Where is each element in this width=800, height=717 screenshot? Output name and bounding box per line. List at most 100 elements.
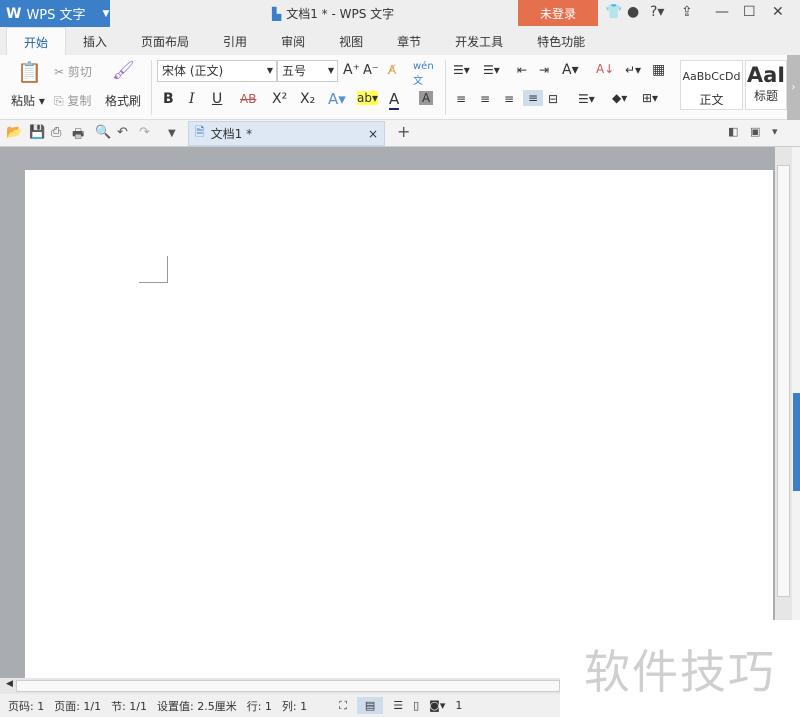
increase-indent-icon[interactable]: ⇥ [539,63,549,77]
text-effect-icon[interactable]: A▾ [328,90,346,108]
tab-home[interactable]: 开始 [6,27,67,55]
redo-icon[interactable]: ↷ [139,125,150,140]
print-icon[interactable]: 🖶 [72,125,84,147]
fullscreen-view-icon[interactable]: ⛶ [339,699,347,713]
strikethrough-button[interactable]: AB [240,92,256,106]
horizontal-scroll-thumb[interactable] [16,680,560,692]
grow-font-icon[interactable]: A⁺ [343,62,360,78]
subscript-button[interactable]: X₂ [300,91,315,107]
borders-icon[interactable]: ⊞▾ [642,91,658,105]
status-col: 列: 1 [281,699,308,713]
copy-button[interactable]: ⎘ 复制 [54,92,91,109]
superscript-button[interactable]: X² [272,91,287,107]
style-heading[interactable]: AaI 标题 [745,60,787,110]
distribute-icon[interactable]: ⊟ [548,92,558,106]
chat-icon[interactable]: ● [627,4,639,20]
tab-view[interactable]: 视图 [322,27,380,55]
document-tab-label: 文档1 * [210,127,253,141]
format-painter-icon[interactable]: 🖌 [112,60,135,81]
tab-developer[interactable]: 开发工具 [438,27,520,55]
side-panel-toggle[interactable] [793,393,800,491]
shrink-font-icon[interactable]: A⁻ [363,63,379,78]
char-shading-icon[interactable]: A [419,91,434,105]
paste-button[interactable]: 粘贴 ▾ [11,92,45,109]
web-view-icon[interactable]: ▯ [413,699,419,712]
align-right-icon[interactable]: ≡ [504,92,514,106]
vertical-scroll-thumb[interactable] [777,165,790,597]
tab-review[interactable]: 审阅 [264,27,322,55]
page-view-icon[interactable]: ▤ [356,697,384,714]
underline-button[interactable]: U [212,91,222,107]
tab-references[interactable]: 引用 [206,27,264,55]
style-normal[interactable]: AaBbCcDd 正文 [680,60,743,110]
margin-corner-mark [139,256,168,283]
font-size-select[interactable]: 五号 ▼ [277,60,338,82]
show-marks-icon[interactable]: ↵▾ [625,63,641,77]
highlight-icon[interactable]: ab▾ [357,91,378,105]
font-color-icon[interactable]: A [389,90,400,110]
status-row: 行: 1 [246,699,272,713]
paste-label: 粘贴 [11,94,36,108]
sort-icon[interactable]: A↓ [596,62,614,76]
italic-button[interactable]: I [189,91,195,107]
align-center-icon[interactable]: ≡ [480,92,490,106]
bold-button[interactable]: B [163,91,174,107]
align-left-icon[interactable]: ≡ [456,92,466,106]
tab-page-layout[interactable]: 页面布局 [124,27,206,55]
panel-icon-3[interactable]: ▾ [772,125,778,138]
table-icon[interactable]: ▦ [652,62,665,78]
status-setting: 设置值: 2.5厘米 [157,699,237,713]
panel-icon-1[interactable]: ◧ [728,125,738,138]
document-icon: ▙ [272,6,282,21]
paste-icon[interactable]: 📋 [17,60,42,84]
upload-icon[interactable]: ⇪ [681,4,693,20]
reading-view-icon[interactable]: ◙▾ [429,699,445,712]
styles-more-button[interactable]: › [787,55,800,120]
print-preview-icon[interactable]: 🔍 [95,125,111,140]
status-bar: 页码: 1 页面: 1/1 节: 1/1 设置值: 2.5厘米 行: 1 列: … [0,694,560,717]
document-tab[interactable]: 🗎 文档1 * × [188,121,385,146]
close-tab-button[interactable]: × [368,127,378,141]
bullets-icon[interactable]: ☰▾ [453,63,470,77]
maximize-icon[interactable]: ☐ [743,4,756,20]
scroll-left-icon[interactable]: ◀ [6,679,13,689]
customize-dropdown-icon[interactable]: ▼ [168,128,176,139]
open-icon[interactable]: 📂 [6,125,22,140]
horizontal-scrollbar[interactable]: ◀ [0,678,560,694]
cut-button[interactable]: ✂ 剪切 [54,63,92,80]
panel-icon-2[interactable]: ▣ [750,125,760,138]
change-case-icon[interactable]: A▾ [562,62,579,78]
new-tab-button[interactable]: + [397,122,410,141]
font-name-select[interactable]: 宋体 (正文) ▼ [157,60,277,82]
line-spacing-icon[interactable]: ☰▾ [578,92,595,106]
document-page[interactable] [25,170,773,678]
outline-view-icon[interactable]: ☰ [393,699,403,712]
justify-icon[interactable]: ≡ [523,90,544,106]
login-button[interactable]: 未登录 [518,0,598,26]
watermark: 软件技巧 [560,620,800,717]
copy-label: 复制 [67,94,92,108]
decrease-indent-icon[interactable]: ⇤ [517,63,527,77]
tab-section[interactable]: 章节 [380,27,438,55]
export-pdf-icon[interactable]: ⎙ [51,125,61,140]
chevron-down-icon: ▼ [102,8,110,19]
zoom-level[interactable]: 1 [455,699,462,712]
status-page-number: 页码: 1 [8,699,45,713]
wps-menu-button[interactable]: W WPS 文字 ▼ [0,0,110,27]
shading-icon[interactable]: ◆▾ [612,91,627,105]
close-icon[interactable]: ✕ [772,4,784,20]
format-painter-button[interactable]: 格式刷 [105,92,141,109]
tab-insert[interactable]: 插入 [66,27,124,55]
ribbon-tabs: 开始 插入 页面布局 引用 审阅 视图 章节 开发工具 特色功能 [0,27,800,55]
pinyin-icon[interactable]: wén 文 [413,61,434,87]
undo-icon[interactable]: ↶ [117,125,128,140]
divider [151,60,152,115]
help-icon[interactable]: ?▾ [650,4,664,20]
save-icon[interactable]: 💾 [29,125,45,140]
minimize-icon[interactable]: — [715,4,729,20]
skin-icon[interactable]: 👕 [605,4,622,20]
numbering-icon[interactable]: ☰▾ [483,63,500,77]
style-name: 标题 [753,89,778,103]
tab-special[interactable]: 特色功能 [520,27,602,55]
clear-format-icon[interactable]: A̸ [388,63,396,77]
